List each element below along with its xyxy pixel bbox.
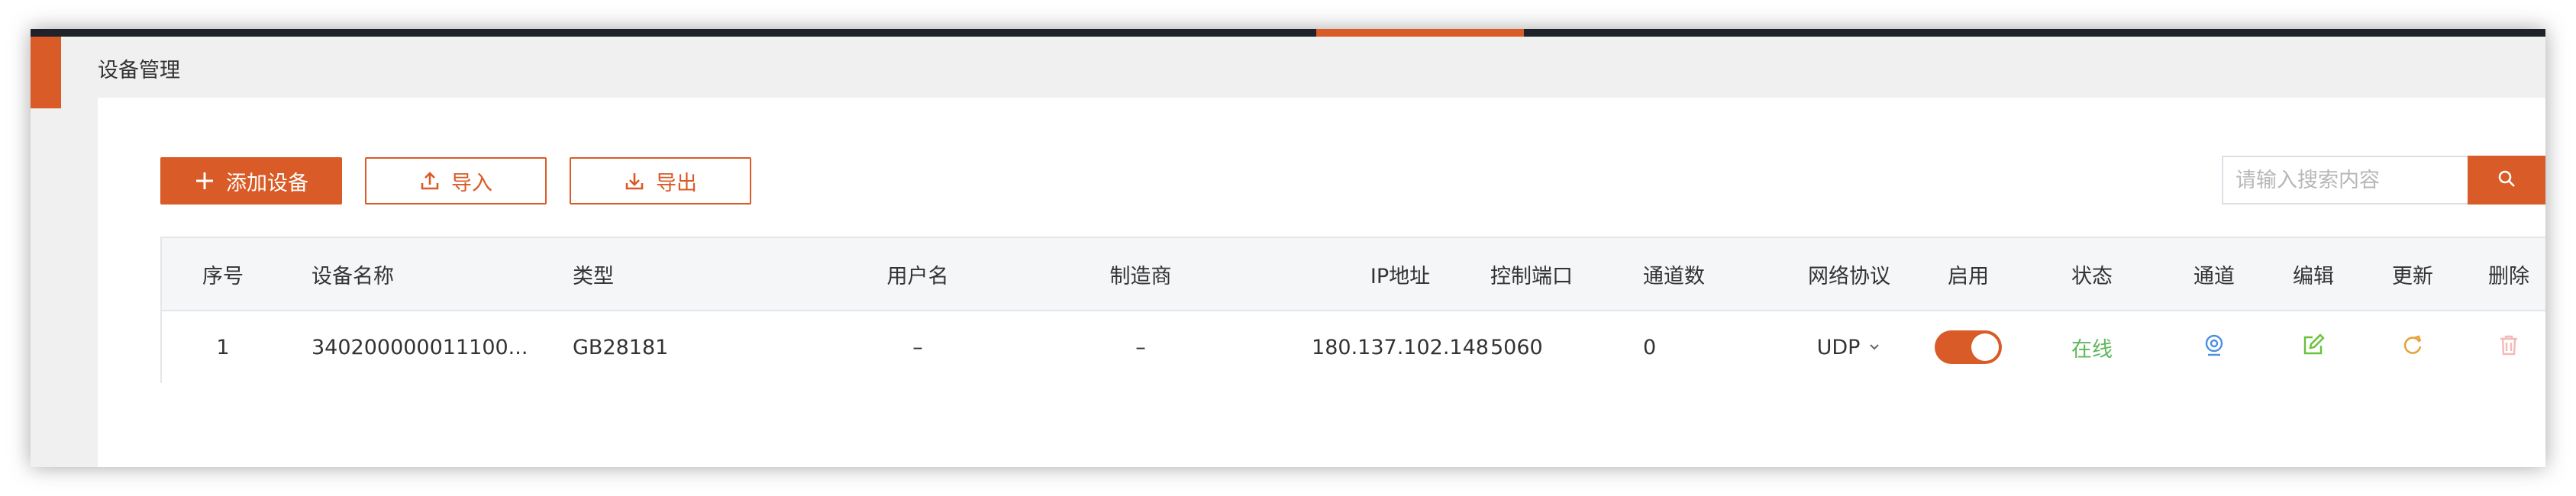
header-edit: 编辑 xyxy=(2293,264,2334,288)
upload-icon xyxy=(419,170,441,192)
header-delete: 删除 xyxy=(2488,264,2529,288)
export-label: 导出 xyxy=(656,171,697,195)
header-index: 序号 xyxy=(202,264,244,288)
add-device-label: 添加设备 xyxy=(226,171,308,195)
active-tab-indicator[interactable] xyxy=(1316,29,1524,37)
toggle-knob xyxy=(1971,333,1999,361)
header-channels: 通道数 xyxy=(1643,264,1705,288)
app-window: 设备管理 添加设备 导入 导出 请输入搜索内容 序号 设备名称 类型 用户名 制… xyxy=(31,29,2545,467)
row-manufacturer: – xyxy=(1135,335,1146,359)
refresh-button[interactable] xyxy=(2359,311,2466,383)
table-row: 1 340200000011100... GB28181 – – 180.137… xyxy=(162,311,2545,383)
import-button[interactable]: 导入 xyxy=(365,157,547,205)
delete-button[interactable] xyxy=(2455,311,2545,383)
edit-icon xyxy=(2301,333,2326,362)
header-device-name: 设备名称 xyxy=(312,264,394,288)
header-username: 用户名 xyxy=(886,264,949,288)
row-port: 5060 xyxy=(1490,335,1543,359)
search-icon xyxy=(2497,169,2516,192)
refresh-icon xyxy=(2400,333,2425,362)
search-input[interactable] xyxy=(2222,156,2468,205)
export-button[interactable]: 导出 xyxy=(570,157,751,205)
sidebar-strip xyxy=(31,108,61,467)
enable-toggle-cell xyxy=(1915,311,2022,383)
device-management-panel: 添加设备 导入 导出 序号 设备名称 xyxy=(98,98,2545,467)
enable-toggle[interactable] xyxy=(1935,330,2002,364)
header-enabled: 启用 xyxy=(1948,264,1989,288)
search-button[interactable] xyxy=(2468,156,2545,205)
protocol-select[interactable]: UDP xyxy=(1788,311,1910,383)
header-channel: 通道 xyxy=(2193,264,2235,288)
protocol-value: UDP xyxy=(1816,335,1861,359)
header-type: 类型 xyxy=(573,264,614,288)
row-index: 1 xyxy=(216,335,230,359)
page-title: 设备管理 xyxy=(98,59,180,82)
download-icon xyxy=(624,170,645,192)
header-refresh: 更新 xyxy=(2392,264,2433,288)
header-protocol: 网络协议 xyxy=(1808,264,1890,288)
plus-icon xyxy=(194,170,215,192)
chevron-down-icon xyxy=(1867,340,1881,354)
add-device-button[interactable]: 添加设备 xyxy=(160,157,342,205)
edit-button[interactable] xyxy=(2260,311,2367,383)
row-type: GB28181 xyxy=(573,335,669,359)
row-username: – xyxy=(912,335,923,359)
trash-icon xyxy=(2497,333,2521,362)
row-channels: 0 xyxy=(1643,335,1657,359)
device-table: 序号 设备名称 类型 用户名 制造商 IP地址 控制端口 通道数 网络协议 启用… xyxy=(160,237,2545,383)
camera-icon xyxy=(2202,333,2226,362)
channel-button[interactable] xyxy=(2161,311,2268,383)
top-navigation-bar xyxy=(31,29,2545,37)
status-badge: 在线 xyxy=(2071,337,2113,362)
header-port: 控制端口 xyxy=(1490,264,1573,288)
import-label: 导入 xyxy=(451,171,492,195)
search-box xyxy=(2222,156,2545,205)
table-header-row: 序号 设备名称 类型 用户名 制造商 IP地址 控制端口 通道数 网络协议 启用… xyxy=(162,238,2545,311)
row-device-name: 340200000011100... xyxy=(312,335,528,359)
header-status: 状态 xyxy=(2071,264,2113,288)
sidebar-active-indicator xyxy=(31,37,61,108)
header-manufacturer: 制造商 xyxy=(1109,264,1172,288)
